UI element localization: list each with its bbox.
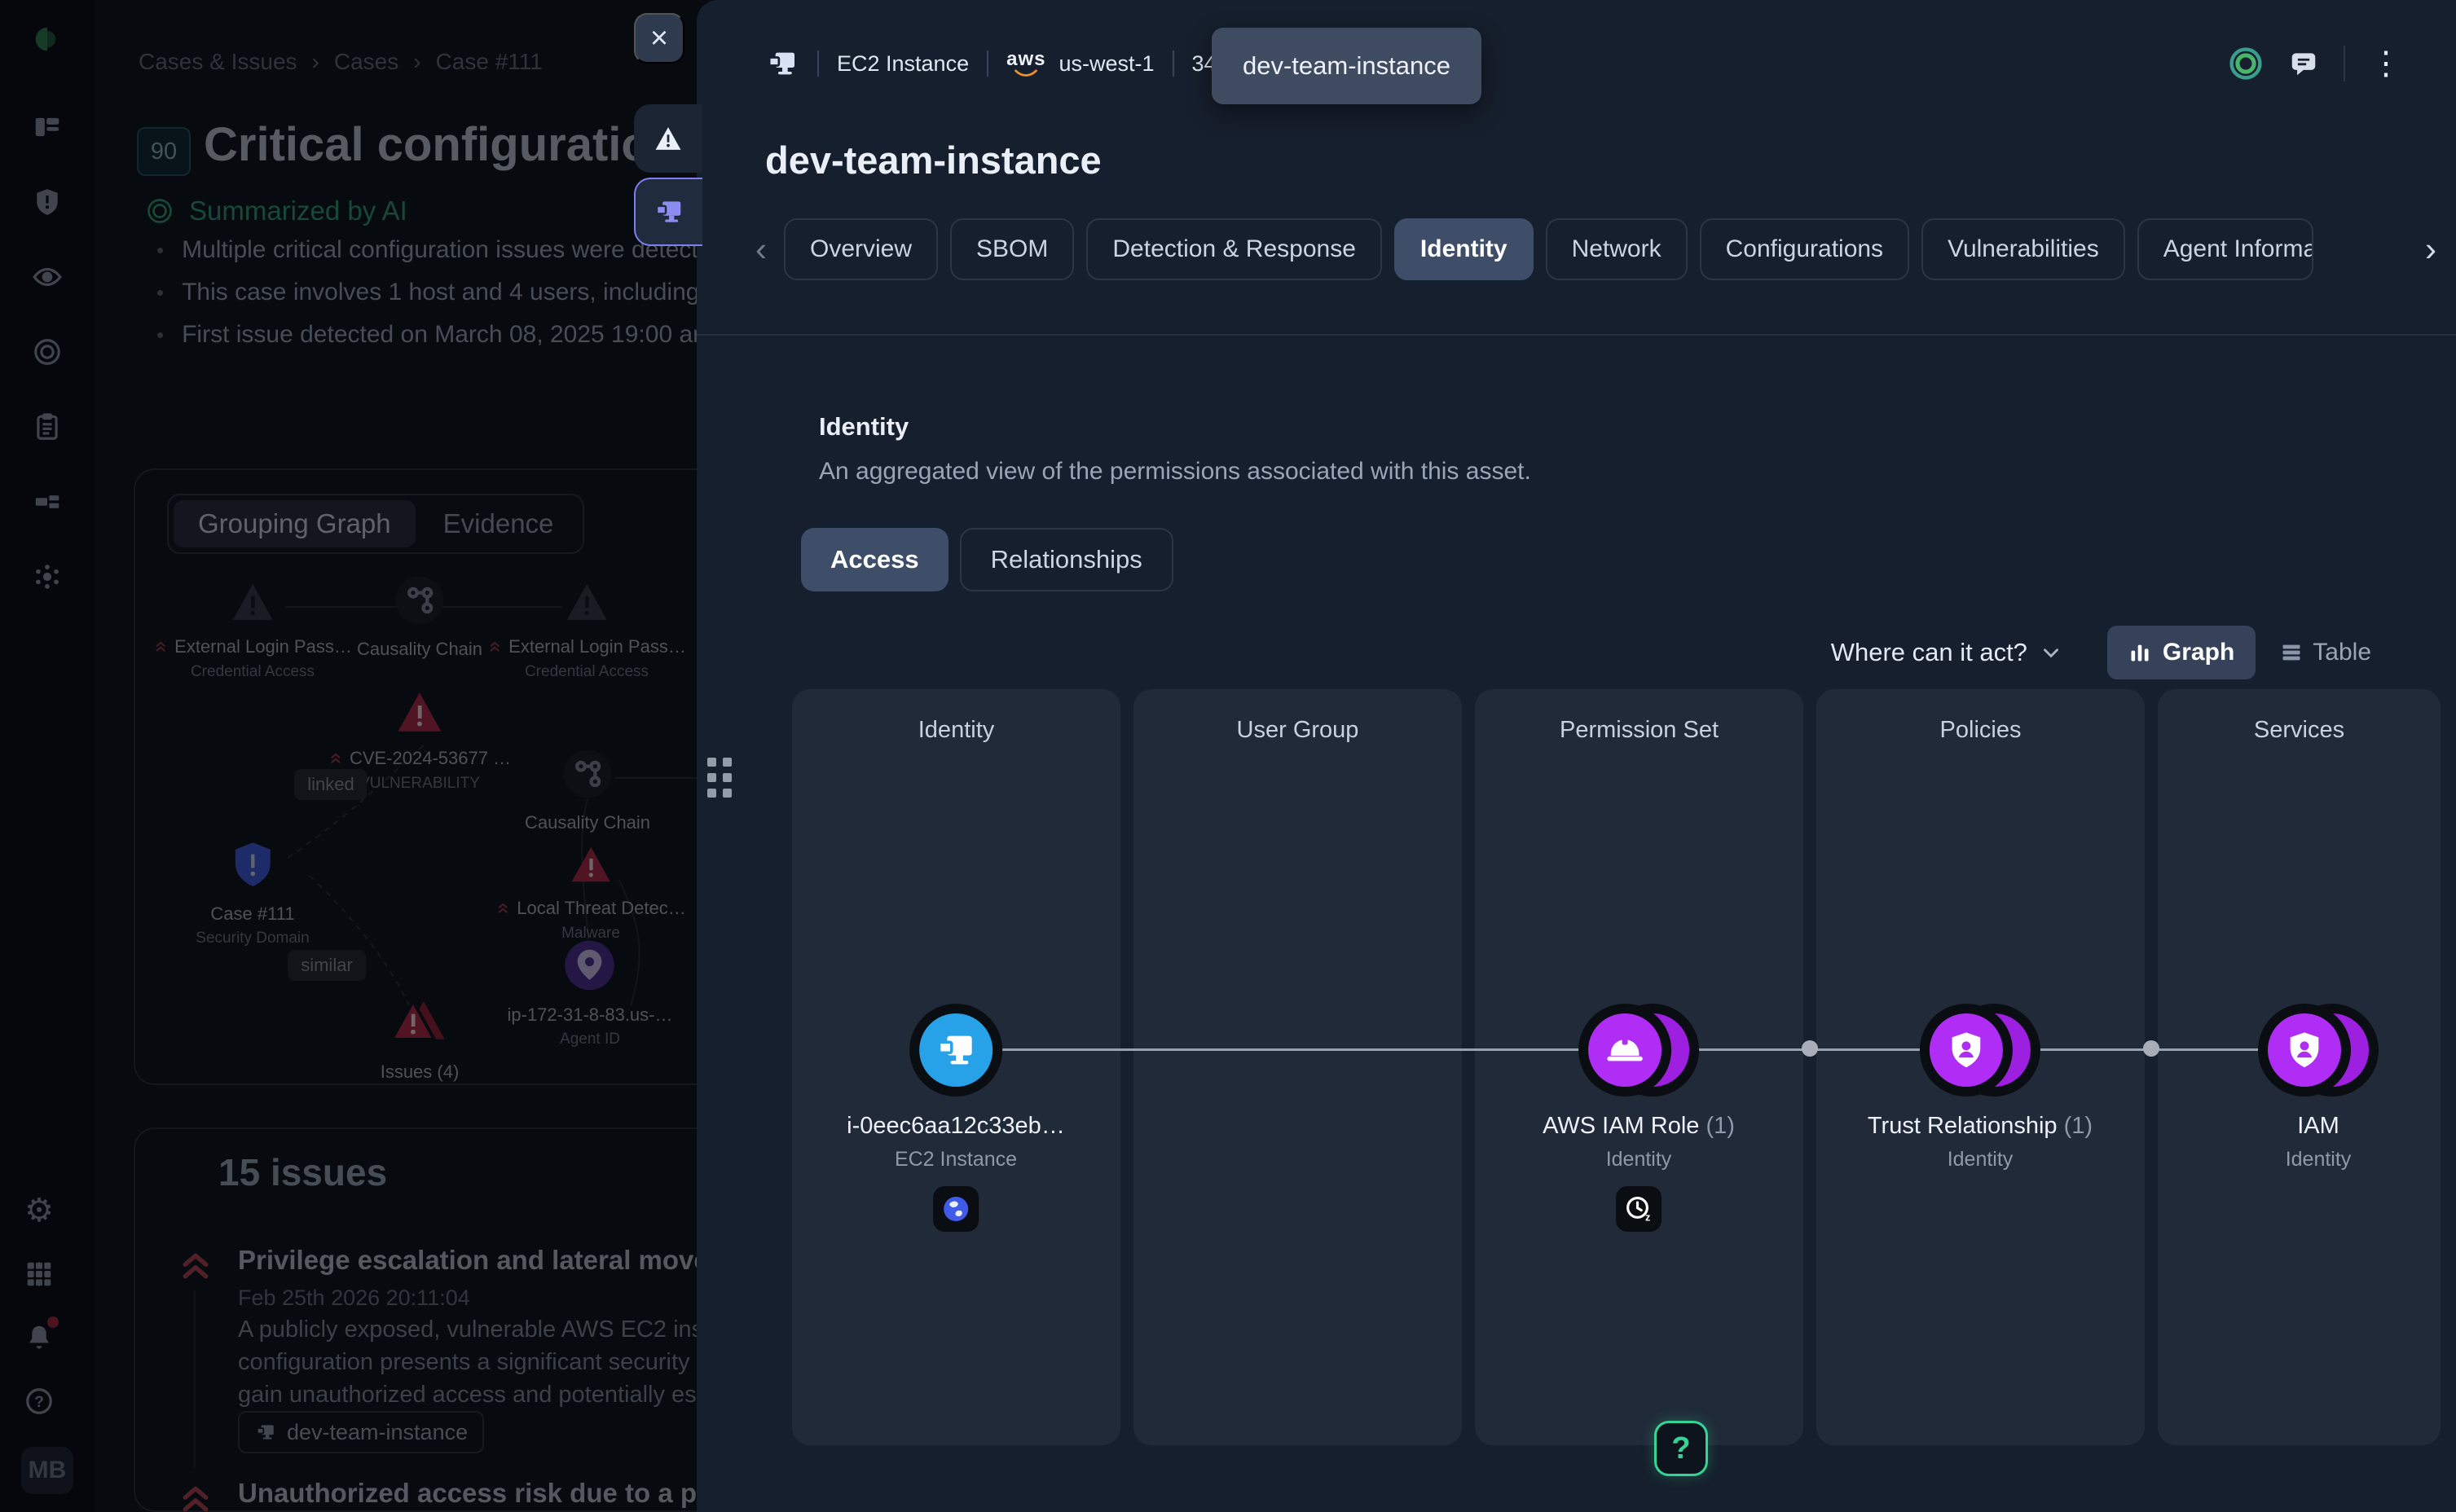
node-aws-iam-role[interactable]: AWS IAM Role (1) Identity z [1543,1004,1735,1232]
iam-role-helmet-icon [1604,1029,1646,1071]
section-description: An aggregated view of the permissions as… [819,458,1531,486]
column-user-group: User Group [1133,689,1462,1445]
iam-node-circle [2258,1004,2351,1097]
svg-text:z: z [1645,1211,1650,1223]
header-divider [1173,51,1174,77]
ec2-instance-icon [935,1029,977,1071]
asset-name-tooltip: dev-team-instance [1212,28,1481,104]
ec2-instance-icon [653,196,685,227]
comments-icon[interactable] [2288,48,2319,79]
view-graph-button[interactable]: Graph [2107,626,2256,679]
bar-chart-icon [2128,641,2151,664]
node-ec2-instance[interactable]: i-0eec6aa12c33eb… EC2 Instance [847,1004,1065,1232]
table-list-icon [2280,641,2303,664]
trust-node-circle [1920,1004,2013,1097]
app-root: ⚙ ? MB Cases & Issues › Cases › Case #11… [0,0,2456,1512]
tabs-divider [697,334,2456,336]
panel-top-actions: ⋮ [2228,46,2402,81]
tab-overview[interactable]: Overview [784,218,938,280]
kebab-menu-icon[interactable]: ⋮ [2370,47,2402,80]
drag-handle[interactable] [707,758,732,798]
shield-user-icon [2283,1029,2326,1071]
tab-vulnerabilities[interactable]: Vulnerabilities [1921,218,2125,280]
close-icon: × [650,21,668,56]
toggle-access[interactable]: Access [801,528,949,591]
where-can-it-act-dropdown[interactable]: Where can it act? [1831,638,2062,667]
header-divider [817,51,819,77]
edge-junction-dot [1802,1040,1818,1057]
ec2-node-circle [909,1004,1002,1097]
tab-sbom[interactable]: SBOM [950,218,1074,280]
graph-controls: Where can it act? Graph Table [1831,626,2371,679]
ai-assistant-rings-icon[interactable] [2228,46,2264,81]
ec2-instance-icon [765,47,799,80]
toggle-relationships[interactable]: Relationships [960,528,1173,591]
iam-role-node-circle [1578,1004,1671,1097]
asset-title: dev-team-instance [765,138,1102,182]
tab-identity[interactable]: Identity [1394,218,1534,280]
internet-exposure-badge [933,1186,979,1232]
drawer-tab-alerts[interactable] [634,104,702,173]
tabs-scroll-right-icon[interactable]: › [2420,230,2441,269]
header-divider [987,51,988,77]
globe-icon [940,1193,971,1224]
asset-detail-panel: EC2 Instance aws us-west-1 343059098 dev… [697,0,2456,1512]
close-button[interactable]: × [634,13,684,64]
edge-junction-dot [2143,1040,2159,1057]
help-button[interactable]: ? [1654,1421,1708,1476]
node-trust-relationship[interactable]: Trust Relationship (1) Identity [1868,1004,2093,1171]
tabs-scroll-left-icon[interactable]: ‹ [750,230,772,269]
question-mark-icon: ? [1671,1431,1690,1466]
region-label: us-west-1 [1059,51,1154,77]
clock-z-icon: z [1623,1193,1654,1224]
temporary-credentials-badge: z [1616,1186,1662,1232]
asset-tabs: ‹ Overview SBOM Detection & Response Ide… [750,218,2441,280]
chevron-down-icon [2040,642,2062,663]
actions-divider [2344,46,2345,81]
tab-network[interactable]: Network [1546,218,1688,280]
tab-agent-information[interactable]: Agent Informa [2137,218,2313,280]
warning-triangle-icon [653,125,684,152]
tab-configurations[interactable]: Configurations [1700,218,1909,280]
node-iam[interactable]: IAM Identity [2258,1004,2379,1171]
asset-type-label: EC2 Instance [837,51,969,77]
drawer-tab-asset-active[interactable] [634,178,702,246]
shield-user-icon [1945,1029,1987,1071]
view-table-button[interactable]: Table [2280,639,2371,666]
aws-logo: aws [1006,50,1045,77]
tab-detection-response[interactable]: Detection & Response [1086,218,1382,280]
section-heading: Identity [819,412,909,442]
access-relationships-toggle: Access Relationships [801,528,1173,591]
